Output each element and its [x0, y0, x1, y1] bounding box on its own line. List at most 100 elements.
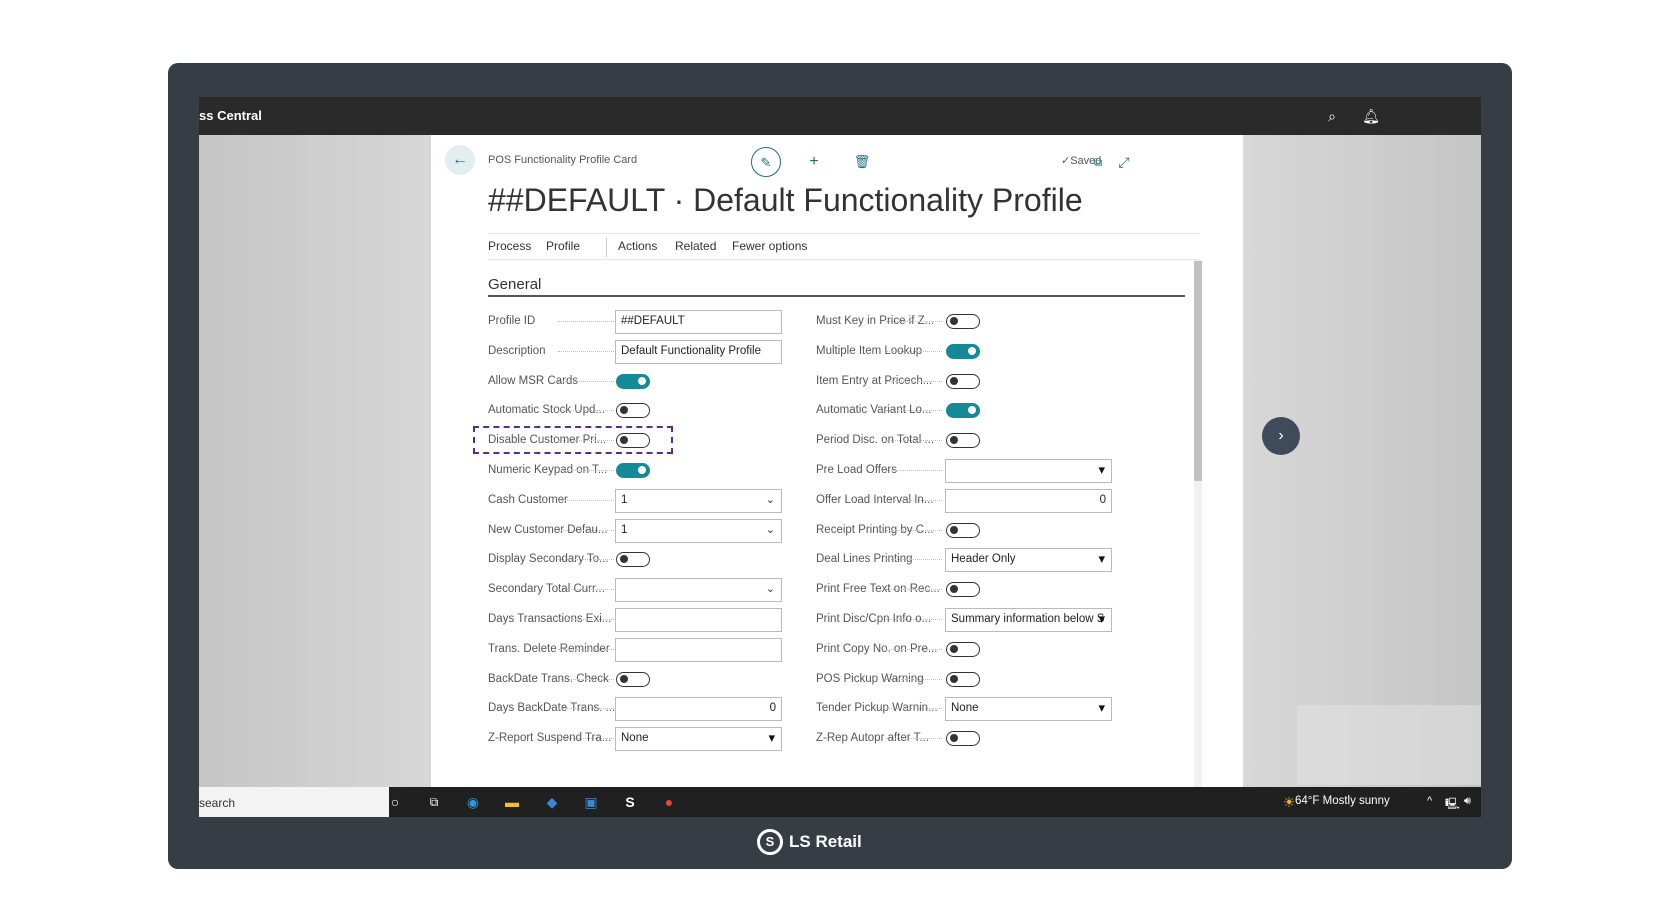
volume-icon[interactable]: 🔊︎ — [1464, 795, 1471, 808]
select-cash-customer[interactable]: 1 ⌄ — [615, 488, 782, 513]
tab-process[interactable]: Process — [488, 239, 531, 253]
field-row-item-entry-at-pricech: Item Entry at Pricech... — [816, 370, 1112, 394]
field-row-days-transactions-exi: Days Transactions Exi... — [488, 608, 782, 632]
screen: ss Central ⌕ 🔔︎ ← POS Functionality Prof… — [199, 97, 1481, 817]
divider — [488, 259, 1200, 260]
label-leader-dots — [558, 350, 614, 352]
label-leader-dots — [886, 648, 942, 650]
field-label: Pre Load Offers — [816, 464, 897, 476]
edge-browser-icon[interactable]: ◉ — [463, 793, 483, 811]
field-row-numeric-keypad-on-t: Numeric Keypad on T... — [488, 459, 782, 483]
input-trans-delete-reminder[interactable] — [615, 637, 782, 662]
chevron-down-icon: ▾ — [1098, 700, 1105, 716]
toggle-knob — [950, 644, 958, 653]
ls-retail-app-icon[interactable]: S — [620, 793, 640, 811]
field-row-new-customer-defau: New Customer Defau... 1 ⌄ — [488, 518, 782, 543]
toggle-knob — [950, 436, 958, 445]
label-leader-dots — [558, 619, 614, 620]
task-view-icon[interactable]: ⧉ — [424, 793, 444, 811]
field-row-print-disc-cpn-info-o: Print Disc/Cpn Info o... Summary informat… — [816, 608, 1112, 632]
input-description[interactable]: Default Functionality Profile — [615, 339, 782, 364]
weather-text[interactable]: 64°F Mostly sunny — [1295, 795, 1390, 807]
field-row-trans-delete-reminder: Trans. Delete Reminder — [488, 637, 782, 662]
toggle-z-rep-autopr-after-t[interactable] — [946, 731, 980, 747]
toggle-automatic-variant-lo[interactable] — [946, 403, 980, 419]
field-row-automatic-variant-lo: Automatic Variant Lo... — [816, 399, 1112, 423]
toggle-allow-msr-cards[interactable] — [616, 373, 650, 389]
toggle-pos-pickup-warning[interactable] — [946, 671, 980, 687]
toggle-receipt-printing-by-c[interactable] — [946, 522, 980, 538]
profile-card: ← POS Functionality Profile Card ✎ + 🗑︎ … — [431, 135, 1243, 787]
plus-icon[interactable]: + — [799, 147, 829, 177]
toggle-knob — [968, 346, 976, 355]
select-tender-pickup-warnin[interactable]: None ▾ — [945, 697, 1112, 722]
tab-fewer-options[interactable]: Fewer options — [732, 239, 807, 253]
field-row-display-secondary-to: Display Secondary To... — [488, 548, 782, 572]
toggle-print-copy-no-on-pre[interactable] — [946, 641, 980, 657]
file-explorer-icon[interactable]: ▬ — [502, 793, 522, 811]
input-days-transactions-exi[interactable] — [615, 608, 782, 632]
toggle-backdate-trans-check[interactable] — [616, 671, 650, 687]
label-leader-dots — [558, 678, 614, 680]
app-window-icon[interactable]: ▣ — [581, 793, 601, 811]
chevron-down-icon: ⌄ — [765, 523, 775, 536]
next-arrow-icon[interactable]: › — [1262, 417, 1300, 455]
toggle-knob — [638, 466, 646, 474]
input-days-backdate-trans[interactable]: 0 — [615, 697, 782, 722]
bell-icon[interactable]: 🔔︎ — [1362, 107, 1380, 125]
chrome-browser-icon[interactable]: ● — [659, 793, 679, 811]
label-leader-dots — [886, 380, 942, 382]
toggle-numeric-keypad-on-t[interactable] — [616, 463, 650, 478]
field-value: Summary information below S — [951, 613, 1105, 625]
label-leader-dots — [886, 499, 942, 501]
expand-icon[interactable]: ⤢ — [1109, 147, 1139, 177]
toggle-print-free-text-on-rec[interactable] — [946, 582, 980, 598]
field-row-profile-id: Profile ID ##DEFAULT — [488, 310, 782, 334]
input-profile-id[interactable]: ##DEFAULT — [615, 310, 782, 334]
tab-related[interactable]: Related — [675, 239, 716, 253]
trash-icon[interactable]: 🗑︎ — [847, 147, 877, 177]
search-placeholder: search — [199, 796, 236, 810]
toggle-item-entry-at-pricech[interactable] — [946, 373, 980, 389]
field-label: Cash Customer — [488, 493, 568, 506]
label-leader-dots — [886, 738, 942, 740]
field-row-cash-customer: Cash Customer 1 ⌄ — [488, 488, 782, 513]
toggle-display-secondary-to[interactable] — [616, 552, 650, 568]
select-print-disc-cpn-info-o[interactable]: Summary information below S ▾ — [945, 608, 1112, 632]
section-underline — [488, 295, 1185, 297]
toggle-multiple-item-lookup[interactable] — [946, 343, 980, 359]
select-pre-load-offers[interactable]: ▾ — [945, 459, 1112, 483]
field-row-pos-pickup-warning: POS Pickup Warning — [816, 668, 1112, 692]
toggle-automatic-stock-upd[interactable] — [616, 403, 650, 419]
tab-actions[interactable]: Actions — [618, 239, 657, 253]
cortana-circle-icon[interactable]: ○ — [385, 793, 405, 811]
field-row-print-free-text-on-rec: Print Free Text on Rec... — [816, 578, 1112, 602]
network-icon[interactable]: 🖳︎ — [1445, 795, 1460, 814]
brand-footer: S LS Retail — [757, 829, 862, 855]
field-row-description: Description Default Functionality Profile — [488, 339, 782, 364]
chevron-down-icon: ▾ — [1098, 611, 1105, 626]
app-cube-icon[interactable]: ◆ — [542, 793, 562, 811]
select-z-report-suspend-tra[interactable]: None ▾ — [615, 727, 782, 752]
edit-pencil-icon[interactable]: ✎ — [751, 147, 781, 177]
select-secondary-total-curr[interactable]: ⌄ — [615, 578, 782, 603]
back-arrow-icon[interactable]: ← — [445, 145, 475, 175]
label-leader-dots — [558, 708, 614, 710]
tab-profile[interactable]: Profile — [546, 239, 580, 253]
section-general-title[interactable]: General — [488, 276, 541, 293]
taskbar-search[interactable]: search — [199, 787, 389, 817]
label-leader-dots — [886, 589, 942, 591]
scrollbar-thumb[interactable] — [1194, 261, 1202, 481]
label-leader-dots — [558, 499, 614, 501]
input-offer-load-interval-in[interactable]: 0 — [945, 488, 1112, 513]
label-leader-dots — [886, 559, 942, 561]
label-leader-dots — [886, 410, 942, 412]
label-leader-dots — [886, 350, 942, 352]
select-deal-lines-printing[interactable]: Header Only ▾ — [945, 548, 1112, 573]
chevron-down-icon: ⌄ — [765, 493, 775, 506]
select-new-customer-defau[interactable]: 1 ⌄ — [615, 518, 782, 543]
chevron-up-icon[interactable]: ^ — [1427, 795, 1432, 807]
toggle-period-disc-on-total[interactable] — [946, 433, 980, 449]
search-icon[interactable]: ⌕ — [1323, 107, 1341, 125]
toggle-must-key-in-price-if-z[interactable] — [946, 314, 980, 329]
